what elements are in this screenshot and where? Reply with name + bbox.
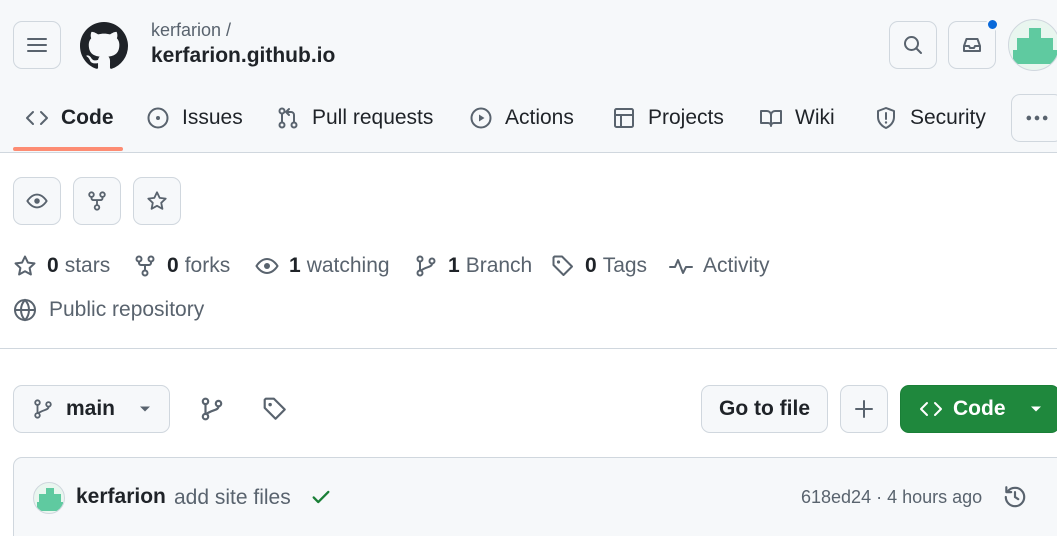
pulse-icon (669, 259, 693, 274)
active-tab-indicator (13, 147, 123, 151)
visibility-info: Public repository (13, 294, 204, 326)
tag-icon (552, 255, 573, 276)
more-tabs-button[interactable] (1011, 94, 1057, 142)
add-file-button[interactable] (840, 385, 888, 433)
check-icon[interactable] (310, 486, 332, 508)
triangle-down-icon (1030, 406, 1041, 412)
branch-name: main (66, 397, 116, 420)
tab-issues[interactable]: Issues (146, 98, 243, 138)
tab-security-label: Security (910, 106, 986, 129)
play-icon (470, 107, 492, 129)
tab-wiki-label: Wiki (795, 106, 835, 129)
stars-count: 0 (47, 254, 59, 277)
owner-link[interactable]: kerfarion / (151, 20, 231, 41)
branches-icon[interactable] (199, 396, 225, 422)
tab-code[interactable]: Code (25, 98, 114, 138)
notification-dot (986, 18, 999, 31)
tab-actions-label: Actions (505, 106, 574, 129)
stars-stat[interactable]: 0 stars (13, 250, 110, 282)
section-divider (0, 348, 1057, 349)
triangle-down-icon (140, 406, 151, 412)
commit-author[interactable]: kerfarion (76, 485, 166, 509)
kebab-horizontal-icon (1026, 115, 1048, 121)
watching-count: 1 (289, 254, 301, 277)
hamburger-icon (27, 38, 47, 52)
globe-icon (14, 298, 36, 322)
table-icon (614, 108, 634, 128)
repo-forked-icon (88, 191, 106, 211)
branch-selector[interactable]: main (13, 385, 170, 433)
watching-label: watching (306, 254, 390, 277)
forks-label: forks (184, 254, 231, 277)
code-icon (920, 402, 942, 416)
star-icon (14, 255, 36, 276)
activity-label: Activity (703, 254, 770, 277)
book-icon (760, 110, 782, 127)
stars-label: stars (64, 254, 111, 277)
commit-message[interactable]: add site files (174, 486, 291, 510)
shield-icon (877, 107, 895, 129)
search-icon (904, 36, 922, 54)
tab-issues-label: Issues (182, 106, 243, 129)
branch-label: Branch (465, 254, 533, 277)
eye-icon (26, 193, 48, 209)
fork-button[interactable] (73, 177, 121, 225)
code-button-label: Code (953, 397, 1006, 420)
tags-count: 0 (585, 254, 597, 277)
commit-hash-time[interactable]: 618ed24 · 4 hours ago (801, 487, 982, 508)
go-to-file-button[interactable]: Go to file (701, 385, 828, 433)
git-pull-request-icon (278, 107, 298, 129)
git-branch-icon (416, 255, 436, 277)
identicon-avatar-icon (1013, 28, 1057, 64)
branch-count: 1 (448, 254, 460, 277)
user-avatar[interactable] (1008, 19, 1057, 71)
watching-stat[interactable]: 1 watching (255, 250, 390, 282)
issue-opened-icon (147, 107, 169, 129)
tab-projects[interactable]: Projects (612, 98, 724, 138)
history-icon[interactable] (1002, 484, 1028, 510)
star-button[interactable] (133, 177, 181, 225)
tab-actions[interactable]: Actions (469, 98, 574, 138)
tab-security[interactable]: Security (874, 98, 986, 138)
tab-pull-requests[interactable]: Pull requests (276, 98, 433, 138)
tab-projects-label: Projects (648, 106, 724, 129)
activity-stat[interactable]: Activity (669, 250, 770, 282)
branch-stat[interactable]: 1 Branch (414, 250, 532, 282)
menu-button[interactable] (13, 21, 61, 69)
watch-button[interactable] (13, 177, 61, 225)
visibility-label: Public repository (49, 298, 205, 321)
tags-label: Tags (602, 254, 648, 277)
tags-icon[interactable] (262, 396, 288, 422)
forks-count: 0 (167, 254, 179, 277)
repo-name-link[interactable]: kerfarion.github.io (151, 44, 335, 68)
repo-forked-icon (135, 255, 155, 277)
code-icon (26, 111, 48, 125)
code-dropdown-button[interactable]: Code (900, 385, 1057, 433)
forks-stat[interactable]: 0 forks (133, 250, 230, 282)
eye-icon (255, 257, 279, 275)
tags-stat[interactable]: 0 Tags (551, 250, 647, 282)
tab-pull-requests-label: Pull requests (312, 106, 434, 129)
git-branch-icon (34, 399, 52, 419)
search-button[interactable] (889, 21, 937, 69)
star-icon (147, 191, 167, 210)
github-logo-icon[interactable] (80, 22, 128, 70)
plus-icon (855, 400, 873, 418)
tab-code-label: Code (61, 106, 114, 129)
commit-author-avatar[interactable] (33, 482, 65, 514)
tab-wiki[interactable]: Wiki (759, 98, 835, 138)
inbox-icon (963, 38, 981, 52)
